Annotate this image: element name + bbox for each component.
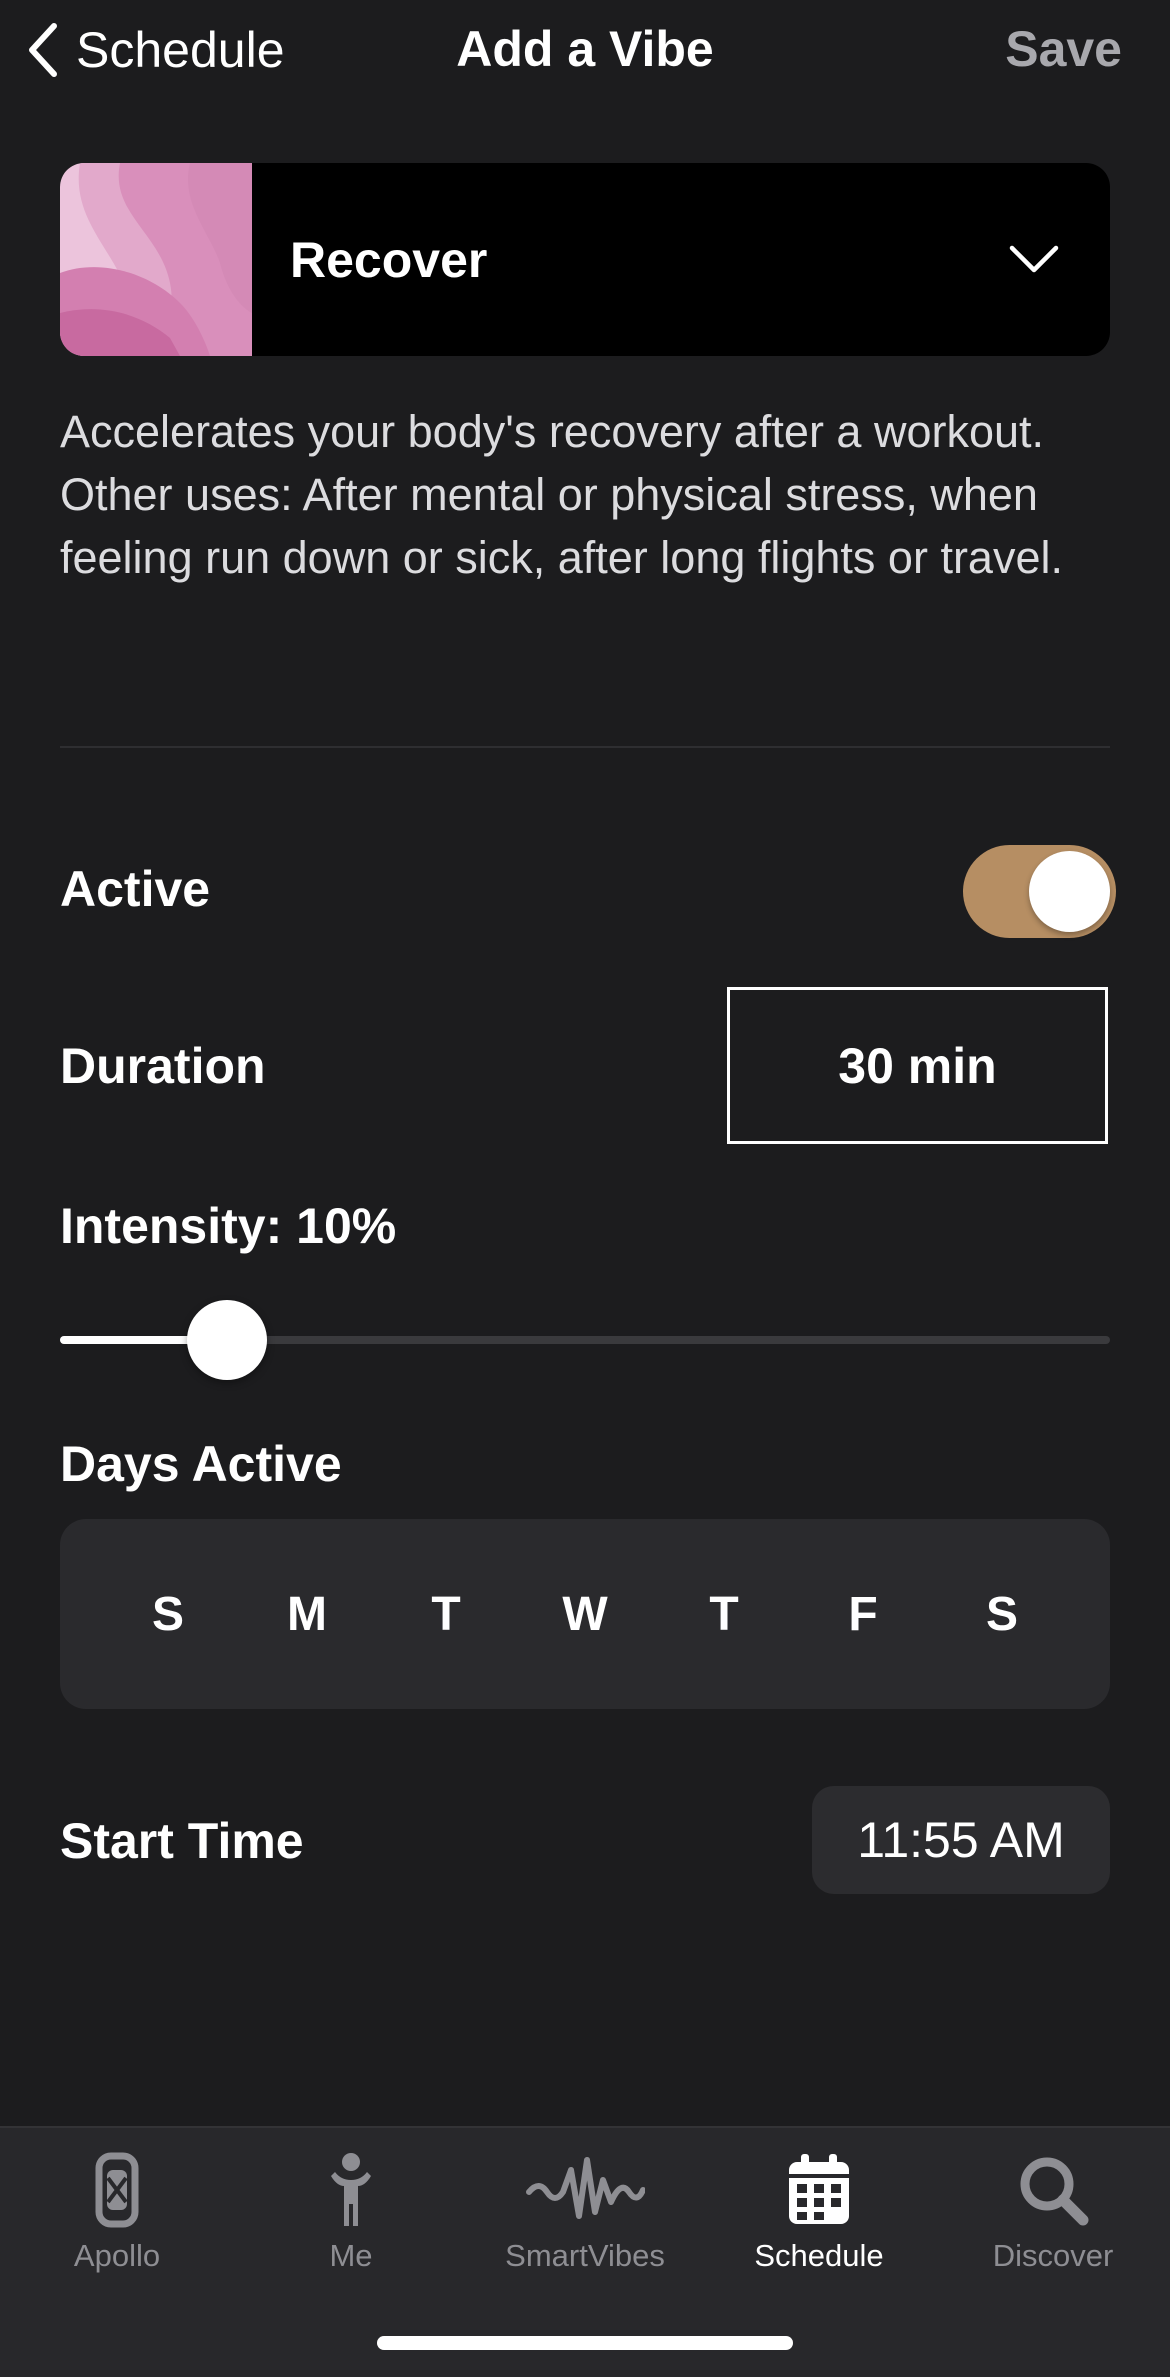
calendar-icon (789, 2154, 849, 2224)
tab-label: Me (329, 2238, 373, 2273)
person-icon (331, 2153, 371, 2226)
chevron-down-icon (1009, 245, 1059, 272)
active-label: Active (60, 861, 211, 917)
tab-label: Schedule (754, 2238, 884, 2273)
tab-apollo[interactable]: Apollo (0, 2150, 234, 2310)
tab-label: Discover (992, 2238, 1114, 2273)
vibe-description: Accelerates your body's recovery after a… (60, 406, 1063, 583)
intensity-slider[interactable] (60, 1300, 1110, 1380)
apollo-device-icon (95, 2152, 139, 2228)
active-toggle[interactable] (963, 845, 1116, 938)
tab-schedule[interactable]: Schedule (702, 2150, 936, 2310)
toggle-knob (1029, 851, 1110, 932)
days-selector: S M T W T F S (60, 1519, 1110, 1709)
section-divider (60, 746, 1110, 748)
waveform-icon (526, 2157, 645, 2219)
home-indicator (377, 2336, 793, 2350)
start-time-picker[interactable]: 11:55 AM (812, 1786, 1110, 1894)
day-saturday[interactable]: S (958, 1587, 1046, 1642)
days-active-label: Days Active (60, 1436, 342, 1492)
day-friday[interactable]: F (819, 1587, 907, 1642)
vibe-name: Recover (290, 231, 488, 288)
vibe-picker[interactable]: Recover (60, 163, 1110, 356)
navigation-bar: Schedule Add a Vibe Save (0, 0, 1170, 100)
start-time-label: Start Time (60, 1813, 304, 1869)
tab-smartvibes[interactable]: SmartVibes (468, 2150, 702, 2310)
duration-label: Duration (60, 1038, 266, 1094)
slider-thumb[interactable] (187, 1300, 267, 1380)
day-sunday[interactable]: S (124, 1587, 212, 1642)
duration-field[interactable]: 30 min (727, 987, 1108, 1144)
search-icon (1020, 2157, 1089, 2226)
vibe-artwork (60, 163, 252, 356)
tab-me[interactable]: Me (234, 2150, 468, 2310)
tab-label: Apollo (73, 2238, 161, 2273)
tab-discover[interactable]: Discover (936, 2150, 1170, 2310)
day-thursday[interactable]: T (680, 1587, 768, 1642)
day-monday[interactable]: M (263, 1587, 351, 1642)
tab-label: SmartVibes (505, 2238, 665, 2273)
save-button[interactable]: Save (1005, 20, 1122, 78)
day-tuesday[interactable]: T (402, 1587, 490, 1642)
page-title: Add a Vibe (456, 21, 714, 77)
intensity-label: Intensity: 10% (60, 1198, 397, 1254)
day-wednesday[interactable]: W (541, 1587, 629, 1642)
